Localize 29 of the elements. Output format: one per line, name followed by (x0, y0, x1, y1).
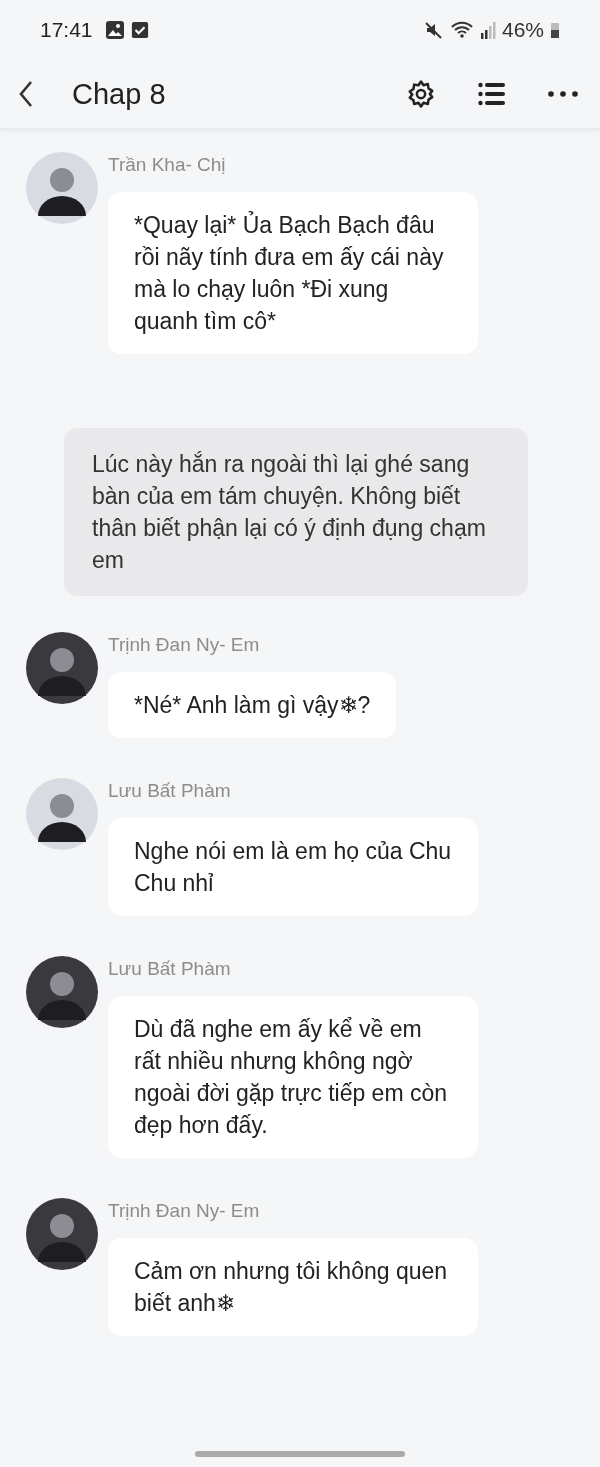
mute-icon (423, 20, 444, 40)
message-bubble: *Quay lại* Ủa Bạch Bạch đâu rồi nãy tính đưa em ấy cái này mà lo chạy luôn *Đi xung quanh tìm cô* (108, 192, 478, 354)
wifi-icon (449, 20, 474, 40)
battery-icon (550, 21, 560, 39)
chapter-title: Chap 8 (72, 77, 166, 111)
message-bubble: *Né* Anh làm gì vậy❄? (108, 672, 397, 738)
character-name: Trần Kha- Chị (108, 154, 226, 177)
message-bubble: Dù đã nghe em ấy kể về em rất nhiều nhưng không ngờ ngoài đời gặp trực tiếp em còn đẹp hơn đấy. (108, 996, 478, 1158)
character-name: Lưu Bất Phàm (108, 958, 231, 981)
avatar-icon (26, 956, 98, 1028)
battery-percent: 46% (501, 18, 544, 42)
character-name: Trịnh Đan Ny- Em (108, 634, 260, 657)
status-time: 17:41 (40, 18, 93, 42)
avatar-icon (26, 778, 98, 850)
message-bubble: Cảm ơn nhưng tôi không quen biết anh❄ (108, 1238, 478, 1336)
gallery-icon (104, 20, 125, 40)
avatar-icon (26, 1198, 98, 1270)
checkbox-icon (130, 21, 149, 39)
more-icon (548, 91, 578, 97)
signal-icon (479, 21, 496, 39)
character-name: Trịnh Đan Ny- Em (108, 1200, 260, 1223)
back-icon (18, 80, 34, 108)
character-name: Lưu Bất Phàm (108, 780, 231, 803)
message-bubble: Nghe nói em là em họ của Chu Chu nhỉ (108, 818, 478, 916)
avatar-icon (26, 152, 98, 224)
narration-box: Lúc này hắn ra ngoài thì lại ghé sang bàn của em tám chuyện. Không biết thân biết phận lại có ý định đụng chạm em (64, 428, 528, 596)
list-icon (478, 82, 506, 106)
avatar-icon (26, 632, 98, 704)
settings-icon (406, 79, 436, 109)
